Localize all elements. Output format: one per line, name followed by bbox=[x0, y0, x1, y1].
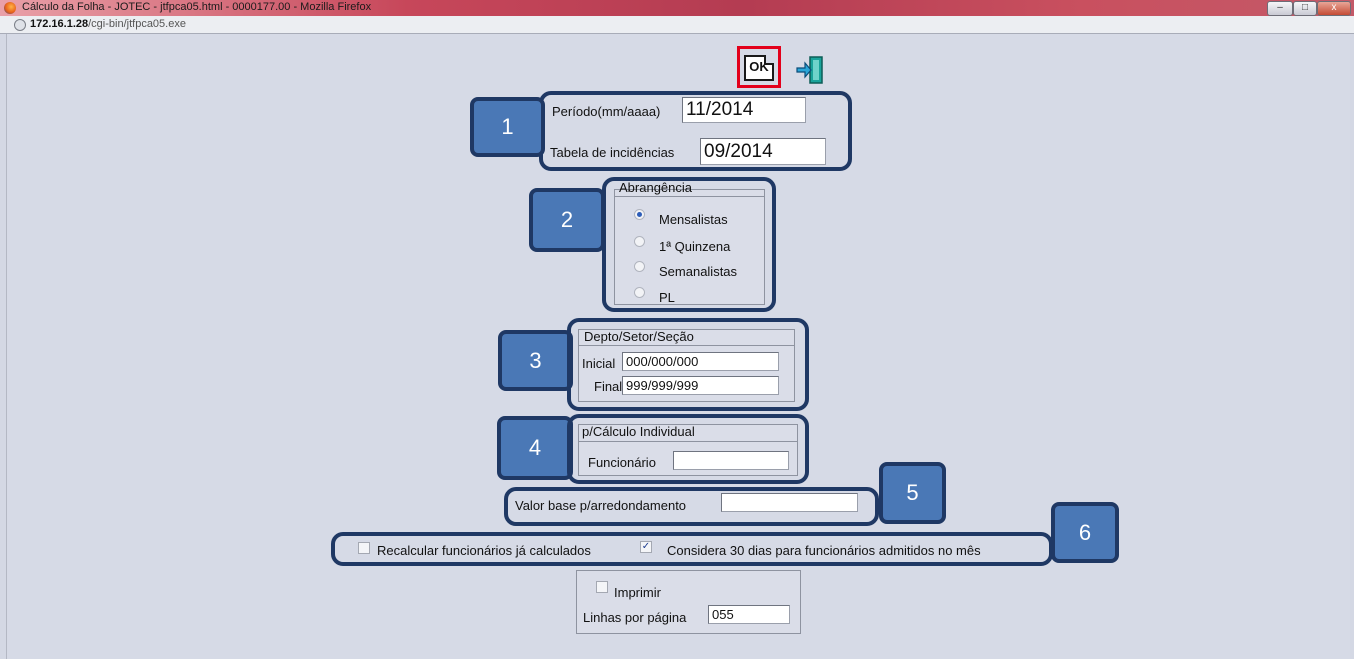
radio-mensalistas[interactable] bbox=[634, 209, 645, 220]
linhas-label: Linhas por página bbox=[583, 610, 687, 625]
radio-quinzena[interactable] bbox=[634, 236, 645, 247]
depto-legend: Depto/Setor/Seção bbox=[584, 329, 694, 344]
url-host: 172.16.1.28 bbox=[30, 18, 89, 30]
recalcular-label: Recalcular funcionários já calculados bbox=[377, 543, 591, 558]
periodo-input[interactable]: 11/2014 bbox=[682, 97, 806, 123]
ok-button[interactable]: OK bbox=[737, 46, 781, 88]
legend-divider bbox=[578, 441, 797, 442]
address-bar[interactable]: 172.16.1.28/cgi-bin/jtfpca05.exe bbox=[0, 16, 1354, 34]
address-url[interactable]: 172.16.1.28/cgi-bin/jtfpca05.exe bbox=[30, 18, 186, 30]
url-path: /cgi-bin/jtfpca05.exe bbox=[88, 18, 186, 30]
legend-divider bbox=[578, 345, 794, 346]
final-label: Final bbox=[594, 379, 623, 394]
radio-semanalistas[interactable] bbox=[634, 261, 645, 272]
firefox-icon bbox=[4, 2, 16, 14]
inicial-input[interactable]: 000/000/000 bbox=[622, 352, 779, 371]
semanalistas-label: Semanalistas bbox=[659, 264, 738, 279]
funcionario-input[interactable] bbox=[673, 451, 789, 470]
arredondamento-input[interactable] bbox=[721, 493, 858, 512]
inicial-label: Inicial bbox=[582, 356, 616, 371]
step-badge-1: 1 bbox=[470, 97, 545, 157]
exit-button[interactable] bbox=[795, 55, 827, 85]
exit-door-icon bbox=[796, 56, 823, 84]
recalcular-checkbox[interactable] bbox=[358, 542, 370, 554]
step-badge-3: 3 bbox=[498, 330, 573, 391]
minimize-button[interactable]: – bbox=[1267, 1, 1293, 16]
window-title: Cálculo da Folha - JOTEC - jtfpca05.html… bbox=[22, 1, 372, 13]
funcionario-label: Funcionário bbox=[588, 455, 656, 470]
tabela-label: Tabela de incidências bbox=[550, 145, 675, 160]
maximize-button[interactable]: □ bbox=[1293, 1, 1317, 16]
pl-label: PL bbox=[659, 290, 675, 305]
step-badge-2: 2 bbox=[529, 188, 605, 252]
ok-document-icon: OK bbox=[744, 55, 774, 81]
imprimir-label: Imprimir bbox=[614, 585, 661, 600]
abrangencia-legend: Abrangência bbox=[619, 180, 692, 195]
step-badge-4: 4 bbox=[497, 416, 573, 480]
close-button[interactable]: x bbox=[1317, 1, 1351, 16]
mensalistas-label: Mensalistas bbox=[659, 212, 728, 227]
window-titlebar: Cálculo da Folha - JOTEC - jtfpca05.html… bbox=[0, 0, 1354, 16]
linhas-input[interactable]: 055 bbox=[708, 605, 790, 624]
tabela-input[interactable]: 09/2014 bbox=[700, 138, 826, 165]
individual-legend: p/Cálculo Individual bbox=[582, 424, 695, 439]
arredondamento-label: Valor base p/arredondamento bbox=[515, 498, 687, 513]
quinzena-label: 1ª Quinzena bbox=[659, 239, 731, 254]
imprimir-checkbox[interactable] bbox=[596, 581, 608, 593]
legend-divider bbox=[614, 196, 764, 197]
considera-checkbox[interactable]: ✓ bbox=[640, 541, 652, 553]
step-badge-5: 5 bbox=[879, 462, 946, 524]
periodo-label: Período(mm/aaaa) bbox=[552, 104, 661, 119]
final-input[interactable]: 999/999/999 bbox=[622, 376, 779, 395]
radio-pl[interactable] bbox=[634, 287, 645, 298]
considera-label: Considera 30 dias para funcionários admi… bbox=[667, 543, 981, 558]
globe-icon bbox=[14, 19, 26, 31]
step-badge-6: 6 bbox=[1051, 502, 1119, 563]
